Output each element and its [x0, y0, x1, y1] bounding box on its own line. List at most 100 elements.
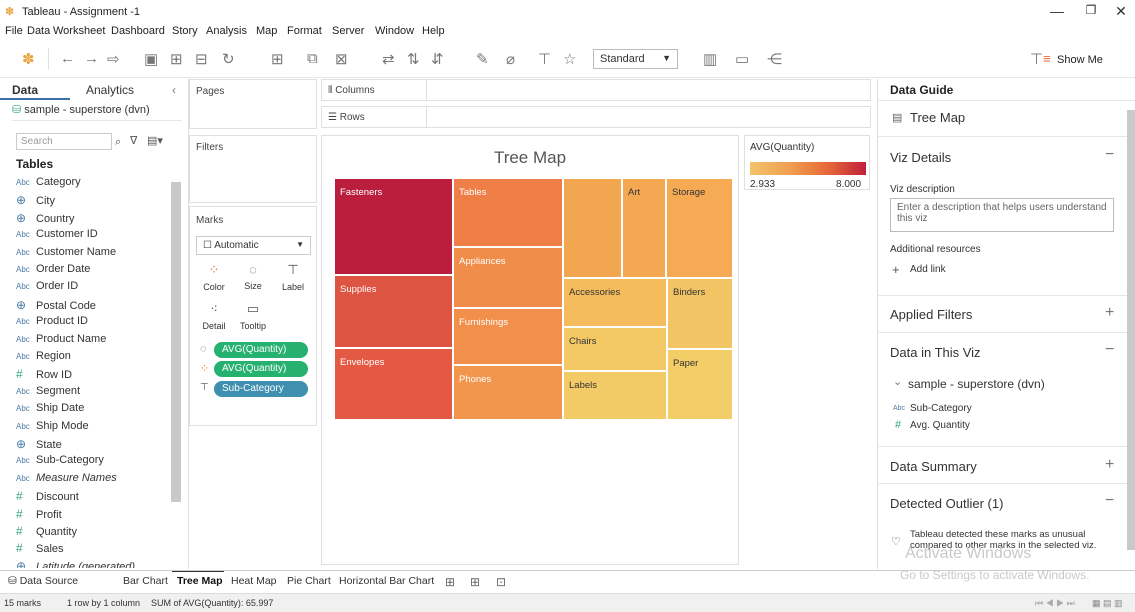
- new-story-icon[interactable]: ⊡: [496, 575, 506, 589]
- tab-analytics[interactable]: Analytics: [86, 83, 134, 97]
- field-item[interactable]: Abc Ship Mode: [16, 420, 89, 432]
- field-item[interactable]: ⊕ State: [16, 437, 62, 451]
- treemap-tile[interactable]: Art: [622, 178, 666, 278]
- treemap-tile[interactable]: Chairs: [563, 327, 667, 371]
- view-options-icon[interactable]: ▤▾: [147, 134, 163, 147]
- menu-format[interactable]: Format: [287, 25, 322, 37]
- chevron-down-icon[interactable]: ⌄: [893, 375, 902, 388]
- field-list-scrollbar[interactable]: [171, 182, 181, 502]
- field-item[interactable]: # Profit: [16, 507, 62, 521]
- menu-server[interactable]: Server: [332, 25, 364, 37]
- sort-asc-icon[interactable]: ⇅: [407, 50, 420, 68]
- mark-type-dropdown[interactable]: ☐ Automatic ▼: [196, 236, 311, 255]
- field-item[interactable]: Abc Customer ID: [16, 228, 98, 240]
- field-item[interactable]: ⊕ City: [16, 193, 55, 207]
- presentation-icon[interactable]: ▭: [735, 50, 749, 68]
- field-item[interactable]: # Row ID: [16, 367, 72, 381]
- fit-dropdown[interactable]: Standard ▼: [593, 49, 678, 69]
- tab-data[interactable]: Data: [12, 83, 38, 97]
- new-dashboard-icon[interactable]: ⊞: [470, 575, 480, 589]
- tooltip-button[interactable]: ▭ Tooltip: [236, 298, 270, 336]
- data-source-item[interactable]: ⛁ sample - superstore (dvn): [12, 103, 182, 121]
- data-summary-heading[interactable]: Data Summary: [890, 459, 977, 474]
- treemap-tile[interactable]: Fasteners: [334, 178, 453, 275]
- field-item[interactable]: ⊕ Postal Code: [16, 298, 96, 312]
- clear-sheet-icon[interactable]: ⊠: [335, 50, 348, 68]
- redo-icon[interactable]: →: [84, 50, 99, 67]
- treemap-tile[interactable]: Supplies: [334, 275, 453, 348]
- new-worksheet-icon[interactable]: ⊞: [445, 575, 455, 589]
- label-button[interactable]: ⊤ Label: [276, 259, 310, 297]
- treemap-tile[interactable]: [563, 178, 622, 278]
- field-item[interactable]: Abc Region: [16, 350, 71, 362]
- menu-file[interactable]: File: [5, 25, 23, 37]
- duplicate-icon[interactable]: ⧉: [307, 50, 318, 67]
- filter-icon[interactable]: ∇: [130, 134, 137, 147]
- close-button[interactable]: ✕: [1108, 3, 1134, 20]
- filters-card[interactable]: Filters: [189, 135, 317, 203]
- applied-filters-heading[interactable]: Applied Filters: [890, 307, 972, 322]
- search-icon[interactable]: ⌕: [115, 136, 121, 149]
- share-icon[interactable]: ⋲: [767, 50, 782, 68]
- field-item[interactable]: # Quantity: [16, 524, 77, 538]
- search-input[interactable]: Search: [16, 133, 112, 150]
- refresh-icon[interactable]: ↻: [222, 50, 235, 68]
- show-cards-icon[interactable]: ▥: [703, 50, 717, 68]
- treemap-tile[interactable]: Envelopes: [334, 348, 453, 420]
- collapse-icon[interactable]: ‹: [172, 83, 176, 97]
- field-item[interactable]: Abc Category: [16, 176, 81, 188]
- menu-dashboard[interactable]: Dashboard: [111, 25, 165, 37]
- treemap-tile[interactable]: Paper: [667, 349, 733, 420]
- show-labels-icon[interactable]: ⊤: [538, 50, 551, 68]
- tab-heat-map[interactable]: Heat Map: [231, 575, 277, 587]
- data-guide-scrollbar[interactable]: [1127, 110, 1135, 550]
- treemap-tile[interactable]: Binders: [667, 278, 733, 349]
- new-worksheet-icon[interactable]: ⊟: [195, 50, 208, 68]
- sort-desc-icon[interactable]: ⇵: [431, 50, 444, 68]
- field-item[interactable]: ⊕ Latitude (generated): [16, 559, 135, 568]
- treemap-tile[interactable]: Tables: [453, 178, 563, 247]
- expand-applied-filters-icon[interactable]: +: [1105, 304, 1114, 322]
- add-link-button[interactable]: Add link: [910, 264, 946, 275]
- expand-data-summary-icon[interactable]: +: [1105, 456, 1114, 474]
- tableau-home-icon[interactable]: ✽: [22, 50, 35, 68]
- treemap-tile[interactable]: Furnishings: [453, 308, 563, 365]
- save-icon[interactable]: ▣: [144, 50, 158, 68]
- collapse-outlier-icon[interactable]: −: [1105, 492, 1114, 510]
- field-item[interactable]: Abc Product Name: [16, 333, 106, 345]
- treemap-tile[interactable]: Phones: [453, 365, 563, 420]
- maximize-button[interactable]: ❐: [1078, 3, 1104, 17]
- presentation-mode-icon[interactable]: ⊤: [1030, 50, 1043, 68]
- detected-outlier-heading[interactable]: Detected Outlier (1): [890, 496, 1003, 511]
- highlight-icon[interactable]: ✎: [476, 50, 489, 68]
- tab-pie-chart[interactable]: Pie Chart: [287, 575, 331, 587]
- collapse-data-in-viz-icon[interactable]: −: [1105, 341, 1114, 359]
- color-pill[interactable]: AVG(Quantity): [214, 361, 308, 377]
- menu-story[interactable]: Story: [172, 25, 198, 37]
- field-item[interactable]: Abc Product ID: [16, 315, 88, 327]
- field-item[interactable]: Abc Sub-Category: [16, 454, 104, 466]
- collapse-viz-details-icon[interactable]: −: [1105, 146, 1114, 164]
- new-sheet-icon[interactable]: ⊞: [271, 50, 284, 68]
- rows-shelf[interactable]: ☰ Rows: [321, 106, 871, 128]
- field-item[interactable]: # Sales: [16, 541, 64, 555]
- size-button[interactable]: ◌ Size: [236, 259, 270, 297]
- treemap-tile[interactable]: Appliances: [453, 247, 563, 308]
- show-me-button[interactable]: Show Me: [1057, 54, 1103, 66]
- field-item[interactable]: Abc Measure Names: [16, 472, 117, 484]
- tab-horizontal-bar-chart[interactable]: Horizontal Bar Chart: [339, 575, 434, 587]
- treemap-tile[interactable]: Accessories: [563, 278, 667, 327]
- view-sorter-icon[interactable]: ▦ ▤ ▥: [1092, 598, 1123, 609]
- tab-data-source[interactable]: ⛁ Data Source: [8, 575, 78, 587]
- menu-window[interactable]: Window: [375, 25, 414, 37]
- minimize-button[interactable]: —: [1044, 3, 1070, 19]
- data-in-viz-heading[interactable]: Data in This Viz: [890, 345, 981, 360]
- menu-worksheet[interactable]: Worksheet: [53, 25, 105, 37]
- field-item[interactable]: Abc Customer Name: [16, 246, 116, 258]
- field-item[interactable]: ⊕ Country: [16, 211, 75, 225]
- field-item[interactable]: Abc Order Date: [16, 263, 90, 275]
- columns-shelf[interactable]: ⦀ Columns: [321, 79, 871, 101]
- pages-card[interactable]: Pages: [189, 79, 317, 129]
- menu-map[interactable]: Map: [256, 25, 277, 37]
- menu-analysis[interactable]: Analysis: [206, 25, 247, 37]
